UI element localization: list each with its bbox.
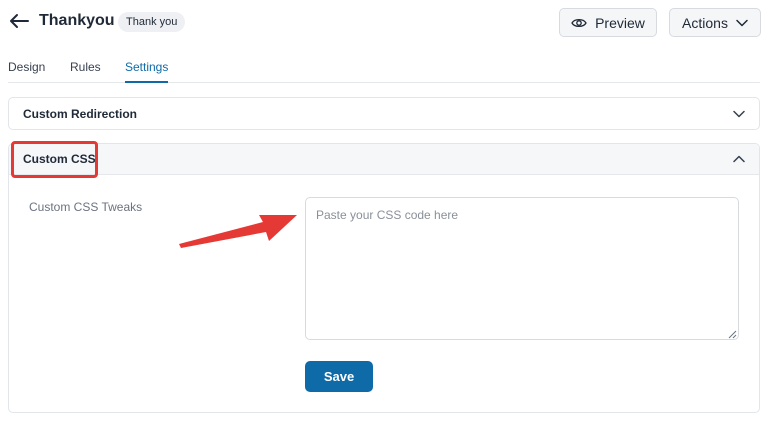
custom-redirection-title: Custom Redirection	[23, 106, 138, 121]
resize-handle-icon[interactable]	[728, 330, 737, 339]
save-button[interactable]: Save	[305, 361, 373, 392]
chevron-up-icon	[733, 155, 745, 163]
chevron-down-icon	[733, 110, 745, 117]
actions-button[interactable]: Actions	[669, 8, 761, 37]
status-badge: Thank you	[118, 12, 186, 32]
tab-rules[interactable]: Rules	[70, 60, 101, 81]
custom-css-title: Custom CSS	[23, 152, 96, 166]
custom-css-tweaks-label: Custom CSS Tweaks	[29, 200, 143, 214]
page-title: Thankyou	[39, 12, 115, 29]
custom-css-header[interactable]: Custom CSS	[9, 144, 759, 175]
page: Thankyou Thank you Preview Actions Desig…	[0, 0, 768, 421]
tab-design[interactable]: Design	[8, 60, 45, 81]
custom-redirection-header[interactable]: Custom Redirection	[9, 98, 759, 129]
preview-button[interactable]: Preview	[559, 8, 657, 37]
tab-settings[interactable]: Settings	[125, 60, 169, 83]
eye-icon	[571, 18, 587, 27]
arrow-left-icon	[10, 14, 29, 28]
custom-redirection-panel: Custom Redirection	[8, 97, 760, 130]
actions-label: Actions	[682, 14, 728, 31]
tab-bar: Design Rules Settings	[8, 58, 760, 83]
back-button[interactable]	[6, 8, 32, 34]
chevron-down-icon	[736, 19, 748, 26]
preview-label: Preview	[595, 14, 645, 31]
custom-css-textarea[interactable]	[305, 197, 739, 340]
